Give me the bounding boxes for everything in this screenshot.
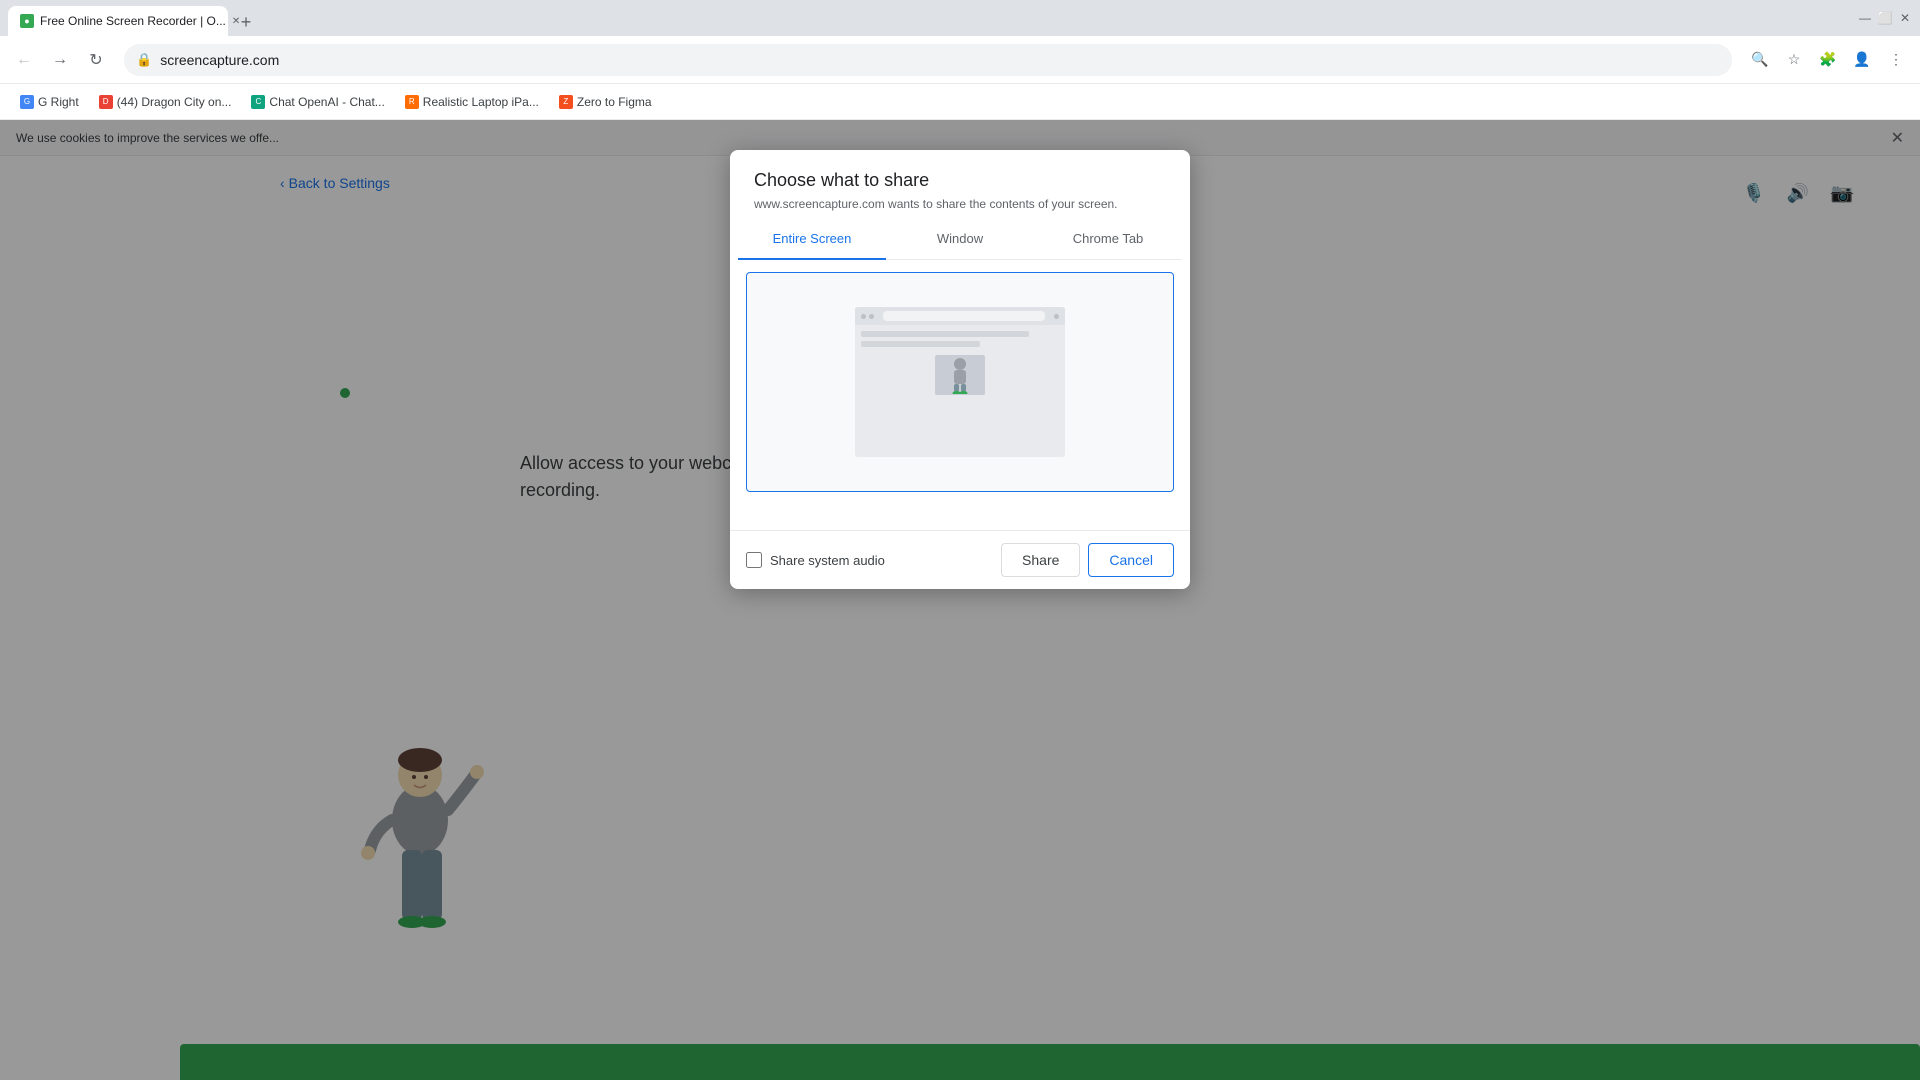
url-text: screencapture.com [160,52,279,68]
tab-entire-screen[interactable]: Entire Screen [738,219,886,260]
share-audio-checkbox[interactable] [746,552,762,568]
profile-icon[interactable]: 👤 [1846,44,1878,76]
bookmark-favicon-4: Z [559,95,573,109]
mini-dot-2 [869,314,874,319]
bookmark-item-1[interactable]: D (44) Dragon City on... [91,91,240,113]
screen-preview-selected[interactable] [746,272,1174,492]
screen-preview-inner [747,273,1173,491]
mini-dot-1 [861,314,866,319]
mini-dot-3 [1054,314,1059,319]
browser-frame: ● Free Online Screen Recorder | O... ✕ +… [0,0,1920,1080]
share-modal: Choose what to share www.screencapture.c… [730,150,1190,589]
mini-line-1 [861,331,1029,337]
minimize-button[interactable]: — [1858,11,1872,25]
browser-toolbar: ← → ↻ 🔒 screencapture.com 🔍 ☆ 🧩 👤 ⋮ [0,36,1920,84]
mini-content [855,325,1065,409]
modal-tabs: Entire Screen Window Chrome Tab [738,219,1182,260]
new-tab-button[interactable]: + [232,8,260,36]
reload-button[interactable]: ↻ [80,44,112,76]
mini-line-2 [861,341,980,347]
mini-char-svg [945,356,975,394]
modal-header: Choose what to share www.screencapture.c… [730,150,1190,219]
menu-icon[interactable]: ⋮ [1880,44,1912,76]
bookmark-favicon-3: R [405,95,419,109]
footer-buttons: Share Cancel [1001,543,1174,577]
bookmark-icon[interactable]: ☆ [1778,44,1810,76]
forward-button[interactable]: → [44,44,76,76]
modal-title: Choose what to share [754,170,1166,191]
tab-chrome-tab[interactable]: Chrome Tab [1034,219,1182,260]
bookmark-item-3[interactable]: R Realistic Laptop iPa... [397,91,547,113]
modal-footer: Share system audio Share Cancel [730,530,1190,589]
mini-screenshot [855,307,1065,457]
share-audio-text: Share system audio [770,553,885,568]
modal-preview [730,260,1190,530]
cancel-button[interactable]: Cancel [1088,543,1174,577]
active-tab[interactable]: ● Free Online Screen Recorder | O... ✕ [8,6,228,36]
bookmarks-bar: G G Right D (44) Dragon City on... C Cha… [0,84,1920,120]
lock-icon: 🔒 [136,52,152,68]
back-button[interactable]: ← [8,44,40,76]
address-bar[interactable]: 🔒 screencapture.com [124,44,1732,76]
share-audio-label[interactable]: Share system audio [746,552,885,568]
page-content: We use cookies to improve the services w… [0,120,1920,1080]
extension-icon[interactable]: 🧩 [1812,44,1844,76]
bookmark-item-0[interactable]: G G Right [12,91,87,113]
modal-overlay: Choose what to share www.screencapture.c… [0,120,1920,1080]
bookmark-item-2[interactable]: C Chat OpenAI - Chat... [243,91,392,113]
share-button[interactable]: Share [1001,543,1080,577]
search-icon[interactable]: 🔍 [1744,44,1776,76]
toolbar-icons: 🔍 ☆ 🧩 👤 ⋮ [1744,44,1912,76]
modal-subtitle: www.screencapture.com wants to share the… [754,197,1166,211]
tab-label: Free Online Screen Recorder | O... [40,14,226,28]
tab-bar: ● Free Online Screen Recorder | O... ✕ + [8,0,260,36]
mini-address [883,311,1045,321]
bookmark-favicon-0: G [20,95,34,109]
mini-header [855,307,1065,325]
restore-button[interactable]: ⬜ [1878,11,1892,25]
bookmark-favicon-1: D [99,95,113,109]
bookmark-item-4[interactable]: Z Zero to Figma [551,91,660,113]
tab-favicon: ● [20,14,34,28]
mini-illustration [935,355,985,395]
bookmark-favicon-2: C [251,95,265,109]
tab-window[interactable]: Window [886,219,1034,260]
title-bar: ● Free Online Screen Recorder | O... ✕ +… [0,0,1920,36]
close-window-button[interactable]: ✕ [1898,11,1912,25]
